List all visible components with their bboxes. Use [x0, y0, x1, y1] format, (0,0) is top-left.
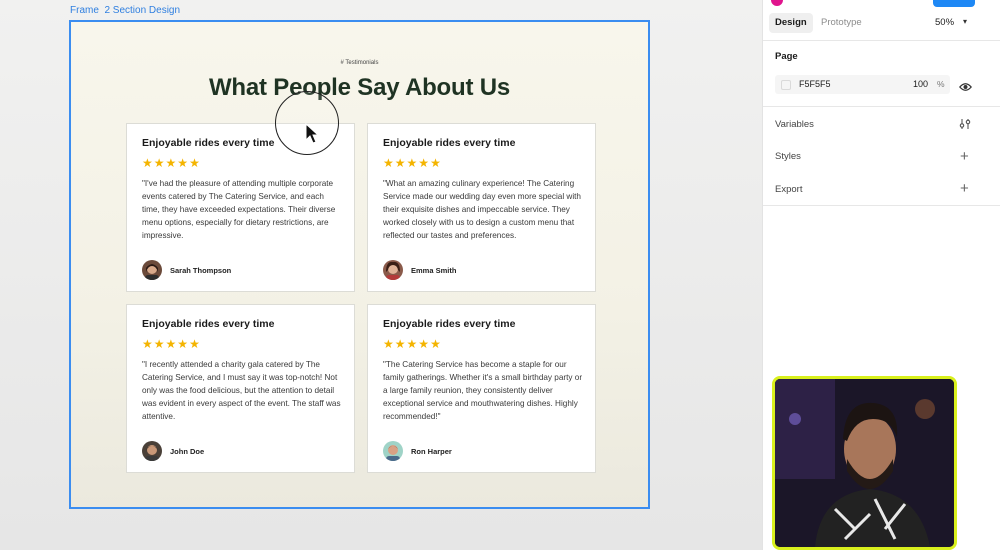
section-eyebrow: # Testimonials	[340, 60, 379, 66]
star-icon: ★	[383, 337, 394, 351]
star-icon: ★	[177, 156, 189, 170]
design-canvas[interactable]: Frame 2 Section Design # Testimonials Wh…	[0, 0, 762, 550]
testimonial-card[interactable]: Enjoyable rides every time ★ ★ ★ ★ ★ "The Ca…	[367, 304, 596, 473]
star-icon: ★	[430, 156, 441, 170]
color-swatch[interactable]	[781, 80, 791, 90]
avatar	[142, 441, 162, 461]
star-icon: ★	[153, 337, 165, 351]
opacity-unit: %	[937, 79, 945, 89]
author-name: John Doe	[170, 447, 205, 456]
frame-label[interactable]: Frame 2 Section Design	[70, 5, 180, 16]
testimonial-card[interactable]: Enjoyable rides every time ★ ★ ★ ★ ★ "I rece…	[126, 304, 355, 473]
card-quote: "I've had the pleasure of attending mult…	[142, 179, 336, 240]
plus-icon[interactable]: +	[960, 149, 969, 164]
author-name: Sarah Thompson	[170, 266, 232, 275]
star-icon: ★	[165, 156, 177, 170]
star-icon: ★	[418, 337, 430, 351]
card-quote: "I recently attended a charity gala cate…	[142, 360, 341, 421]
section-frame[interactable]: # Testimonials What People Say About Us …	[69, 20, 650, 509]
divider	[763, 40, 1000, 41]
variables-section[interactable]: Variables	[775, 119, 814, 130]
chevron-down-icon[interactable]: ▾	[963, 17, 967, 26]
avatar	[383, 441, 403, 461]
tab-design[interactable]: Design	[769, 13, 813, 33]
star-icon: ★	[177, 337, 189, 351]
star-icon: ★	[189, 156, 200, 170]
styles-section[interactable]: Styles	[775, 151, 801, 162]
card-title: Enjoyable rides every time	[142, 318, 275, 330]
export-section[interactable]: Export	[775, 184, 802, 195]
fill-opacity-value[interactable]: 100	[913, 79, 928, 89]
card-quote: "The Catering Service has become a stapl…	[383, 360, 583, 421]
section-heading: What People Say About Us	[208, 74, 510, 101]
divider	[763, 205, 1000, 206]
star-icon: ★	[189, 337, 200, 351]
star-rating: ★ ★ ★ ★ ★	[383, 338, 441, 350]
divider	[763, 106, 1000, 107]
star-icon: ★	[394, 337, 406, 351]
webcam-overlay	[772, 376, 957, 550]
tab-prototype[interactable]: Prototype	[815, 13, 868, 33]
plus-icon[interactable]: +	[960, 181, 969, 196]
card-title: Enjoyable rides every time	[142, 137, 275, 149]
fill-hex-value[interactable]: F5F5F5	[799, 79, 831, 89]
page-fill-row[interactable]: F5F5F5 100 %	[775, 75, 950, 94]
star-icon: ★	[165, 337, 177, 351]
star-icon: ★	[418, 156, 430, 170]
star-rating: ★ ★ ★ ★ ★	[142, 338, 200, 350]
card-title: Enjoyable rides every time	[383, 137, 516, 149]
author-name: Ron Harper	[411, 447, 452, 456]
eye-icon[interactable]	[959, 79, 972, 97]
user-avatar[interactable]	[771, 0, 783, 6]
star-icon: ★	[406, 337, 418, 351]
card-quote: "What an amazing culinary experience! Th…	[383, 179, 581, 240]
star-rating: ★ ★ ★ ★ ★	[383, 157, 441, 169]
star-icon: ★	[153, 156, 165, 170]
share-button[interactable]	[933, 0, 975, 7]
star-icon: ★	[142, 337, 153, 351]
star-icon: ★	[406, 156, 418, 170]
zoom-level[interactable]: 50%	[935, 17, 954, 28]
page-section-title: Page	[775, 51, 798, 62]
star-icon: ★	[142, 156, 153, 170]
star-rating: ★ ★ ★ ★ ★	[142, 157, 200, 169]
star-icon: ★	[383, 156, 394, 170]
star-icon: ★	[430, 337, 441, 351]
author-name: Emma Smith	[411, 266, 457, 275]
star-icon: ★	[394, 156, 406, 170]
avatar	[383, 260, 403, 280]
card-title: Enjoyable rides every time	[383, 318, 516, 330]
variables-icon[interactable]	[959, 117, 971, 135]
testimonial-card[interactable]: Enjoyable rides every time ★ ★ ★ ★ ★ "What a…	[367, 123, 596, 292]
avatar	[142, 260, 162, 280]
cursor-arrow-icon	[305, 122, 320, 150]
